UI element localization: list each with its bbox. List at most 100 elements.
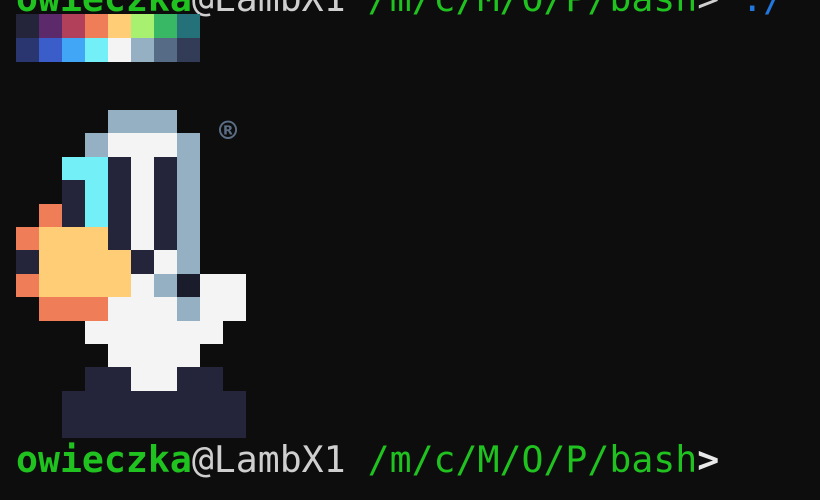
sprite-pixel	[108, 110, 131, 134]
palette-swatch	[108, 38, 131, 62]
sprite-pixel	[108, 414, 131, 438]
sprite-pixel	[154, 133, 177, 157]
sprite-pixel	[62, 414, 85, 438]
sprite-pixel	[108, 367, 131, 391]
sprite-pixel	[200, 273, 223, 298]
sprite-pixel	[154, 273, 177, 298]
sprite-pixel	[62, 203, 85, 227]
sprite-pixel	[131, 414, 154, 438]
sprite-pixel	[177, 203, 200, 227]
sprite-pixel	[223, 390, 246, 415]
sprite-pixel	[108, 320, 131, 344]
sprite-pixel	[131, 203, 154, 227]
sprite-pixel	[131, 367, 154, 391]
sprite-pixel	[131, 180, 154, 204]
palette-swatch	[16, 38, 39, 62]
palette-swatch	[62, 38, 85, 62]
sprite-pixel	[16, 227, 39, 251]
sprite-pixel	[39, 227, 62, 251]
sprite-pixel	[154, 390, 177, 415]
sprite-pixel	[131, 227, 154, 251]
palette-swatch	[131, 14, 154, 38]
sprite-pixel	[177, 414, 200, 438]
sprite-pixel	[131, 273, 154, 298]
prompt-path: /m/c/M/O/P/bash	[346, 0, 698, 20]
sprite-pixel	[85, 367, 108, 391]
sprite-pixel	[62, 273, 85, 298]
palette-swatch	[177, 38, 200, 62]
prompt-user: owieczka	[16, 438, 192, 481]
sprite-pixel	[62, 390, 85, 415]
sprite-pixel	[39, 297, 62, 321]
sprite-pixel	[85, 250, 108, 274]
sprite-pixel	[62, 297, 85, 321]
sprite-pixel	[177, 250, 200, 274]
sprite-pixel	[108, 227, 131, 251]
palette-swatch	[177, 14, 200, 38]
sprite-pixel	[131, 250, 154, 274]
sprite-pixel	[108, 344, 131, 368]
sprite-pixel	[200, 297, 223, 321]
sprite-pixel	[177, 367, 200, 391]
palette-swatch	[108, 14, 131, 38]
sprite-pixel	[154, 414, 177, 438]
sprite-pixel	[131, 110, 154, 134]
prompt-arrow: >	[697, 0, 741, 20]
prompt-path: /m/c/M/O/P/bash	[345, 438, 698, 481]
sprite-pixel	[154, 367, 177, 391]
color-palette	[16, 14, 200, 62]
prompt-command: ./	[741, 0, 785, 20]
sprite-pixel	[16, 250, 39, 274]
sprite-pixel	[85, 320, 108, 344]
sprite-pixel	[154, 297, 177, 321]
sprite-pixel	[108, 250, 131, 274]
sprite-pixel	[177, 156, 200, 181]
sprite-pixel	[223, 297, 246, 321]
sprite-pixel	[223, 414, 246, 438]
sprite-pixel	[200, 414, 223, 438]
sprite-pixel	[154, 227, 177, 251]
sprite-pixel	[223, 273, 246, 298]
sprite-pixel	[177, 390, 200, 415]
sprite-pixel	[39, 273, 62, 298]
sprite-pixel	[154, 203, 177, 227]
sprite-pixel	[85, 390, 108, 415]
palette-swatch	[85, 38, 108, 62]
sprite-pixel	[200, 367, 223, 391]
palette-swatch	[39, 14, 62, 38]
sprite-pixel	[154, 320, 177, 344]
terminal-window[interactable]: owieczka@LambX1 /m/c/M/O/P/bash> ./ ® ow…	[0, 0, 820, 500]
sprite-pixel	[177, 133, 200, 157]
sprite-pixel	[131, 156, 154, 181]
sprite-pixel	[154, 110, 177, 134]
sprite-pixel	[62, 227, 85, 251]
sprite-pixel	[16, 273, 39, 298]
prompt-host: @LambX1	[192, 0, 346, 20]
sprite-pixel	[85, 203, 108, 227]
active-prompt-line[interactable]: owieczka@LambX1 /m/c/M/O/P/bash>	[16, 437, 719, 483]
sprite-pixel	[108, 180, 131, 204]
sprite-pixel	[154, 156, 177, 181]
sprite-pixel	[177, 180, 200, 204]
sprite-pixel	[85, 414, 108, 438]
sprite-pixel	[85, 156, 108, 181]
sprite-pixel	[131, 344, 154, 368]
sprite-pixel	[177, 344, 200, 368]
sprite-pixel	[154, 344, 177, 368]
palette-swatch	[154, 14, 177, 38]
prompt-cursor[interactable]: >	[697, 438, 719, 481]
sprite-pixel	[200, 390, 223, 415]
sprite-pixel	[131, 297, 154, 321]
palette-swatch	[16, 14, 39, 38]
sprite-pixel	[108, 156, 131, 181]
palette-swatch	[85, 14, 108, 38]
palette-swatch	[131, 38, 154, 62]
sprite-pixel	[85, 227, 108, 251]
sprite-pixel	[85, 133, 108, 157]
sprite-pixel	[108, 203, 131, 227]
sprite-pixel	[131, 133, 154, 157]
prompt-host: @LambX1	[191, 438, 346, 481]
palette-swatch	[39, 38, 62, 62]
sprite-pixel	[85, 297, 108, 321]
palette-swatch	[62, 14, 85, 38]
